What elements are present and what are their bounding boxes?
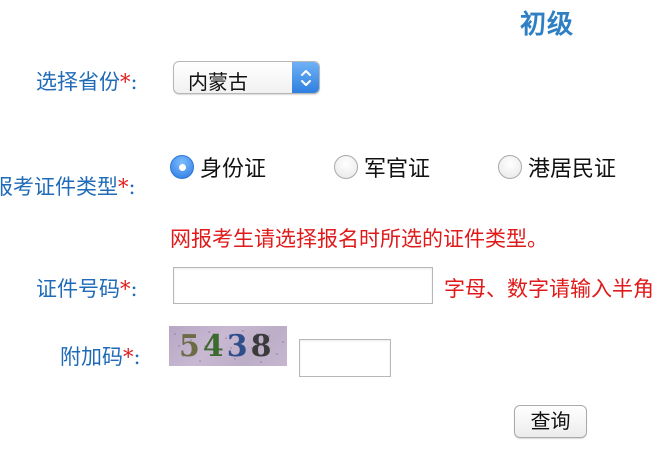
province-label-text: 选择省份 bbox=[36, 70, 120, 94]
radio-label-officer-card: 军官证 bbox=[364, 157, 431, 182]
required-mark: * bbox=[120, 70, 131, 94]
province-select-value: 内蒙古 bbox=[188, 70, 248, 94]
captcha-digits: 5438 bbox=[179, 329, 275, 364]
required-mark: * bbox=[118, 175, 129, 199]
radio-option-hk-resident-card[interactable]: 港居民证 bbox=[498, 151, 616, 183]
id-type-label-text: 报考证件类型 bbox=[0, 175, 118, 199]
page-title: 初级 bbox=[520, 10, 575, 40]
captcha-label-text: 附加码 bbox=[60, 345, 123, 369]
label-colon: : bbox=[130, 70, 138, 94]
label-colon: : bbox=[128, 175, 136, 199]
radio-option-officer-card[interactable]: 军官证 bbox=[334, 151, 430, 183]
id-number-label-text: 证件号码 bbox=[36, 277, 120, 301]
radio-label-hk-resident-card: 港居民证 bbox=[528, 157, 617, 182]
captcha-image[interactable]: 5438 bbox=[169, 326, 287, 366]
radio-button[interactable] bbox=[334, 155, 358, 179]
id-number-hint: 字母、数字请输入半角 bbox=[444, 277, 654, 301]
captcha-digit: 4 bbox=[202, 329, 227, 364]
id-number-input[interactable] bbox=[173, 267, 433, 304]
id-type-label: 报考证件类型*: bbox=[0, 171, 136, 201]
captcha-input[interactable] bbox=[299, 339, 391, 377]
query-button[interactable]: 查询 bbox=[514, 405, 587, 438]
required-mark: * bbox=[120, 277, 131, 301]
province-label: 选择省份*: bbox=[36, 66, 138, 96]
radio-label-id-card: 身份证 bbox=[200, 157, 267, 182]
captcha-digit: 8 bbox=[250, 329, 275, 364]
id-number-label: 证件号码*: bbox=[36, 273, 138, 303]
province-select[interactable]: 内蒙古 bbox=[173, 61, 320, 94]
select-arrows-icon bbox=[292, 62, 319, 93]
captcha-digit: 5 bbox=[179, 329, 203, 364]
captcha-digit: 3 bbox=[226, 329, 251, 364]
label-colon: : bbox=[130, 277, 138, 301]
captcha-label: 附加码*: bbox=[60, 341, 141, 371]
id-type-notice: 网报考生请选择报名时所选的证件类型。 bbox=[170, 227, 548, 251]
label-colon: : bbox=[133, 345, 141, 369]
radio-button-checked[interactable] bbox=[170, 155, 194, 179]
radio-option-id-card[interactable]: 身份证 bbox=[170, 151, 266, 183]
required-mark: * bbox=[123, 345, 134, 369]
radio-button[interactable] bbox=[498, 155, 522, 179]
